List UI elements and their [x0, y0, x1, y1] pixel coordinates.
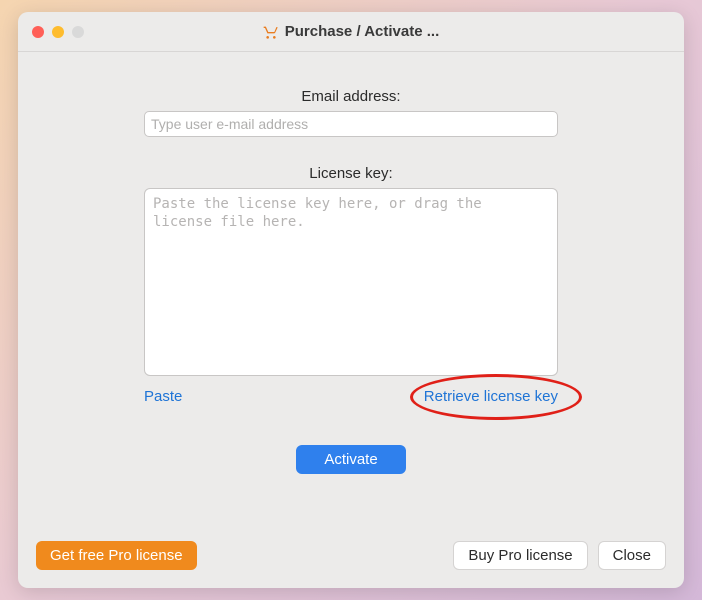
retrieve-wrap: Retrieve license key	[424, 388, 558, 405]
window-title-wrap: Purchase / Activate ...	[263, 23, 440, 40]
buy-pro-button[interactable]: Buy Pro license	[453, 541, 587, 570]
email-input[interactable]	[144, 111, 558, 137]
shopping-cart-icon	[263, 24, 279, 40]
titlebar: Purchase / Activate ...	[18, 12, 684, 52]
activate-button[interactable]: Activate	[296, 445, 405, 474]
window-title: Purchase / Activate ...	[285, 23, 440, 40]
license-links-row: Paste Retrieve license key	[144, 388, 558, 405]
get-free-pro-button[interactable]: Get free Pro license	[36, 541, 197, 570]
license-label: License key:	[309, 165, 392, 182]
window-minimize-button[interactable]	[52, 26, 64, 38]
window-close-button[interactable]	[32, 26, 44, 38]
license-key-textarea[interactable]	[144, 188, 558, 376]
activate-wrap: Activate	[296, 445, 405, 474]
paste-link[interactable]: Paste	[144, 388, 182, 405]
close-button[interactable]: Close	[598, 541, 666, 570]
activation-window: Purchase / Activate ... Email address: L…	[18, 12, 684, 588]
retrieve-license-link[interactable]: Retrieve license key	[424, 388, 558, 405]
email-label: Email address:	[301, 88, 400, 105]
content-area: Email address: License key: Paste Retrie…	[18, 52, 684, 527]
traffic-lights	[32, 26, 84, 38]
footer: Get free Pro license Buy Pro license Clo…	[18, 527, 684, 588]
window-maximize-button	[72, 26, 84, 38]
